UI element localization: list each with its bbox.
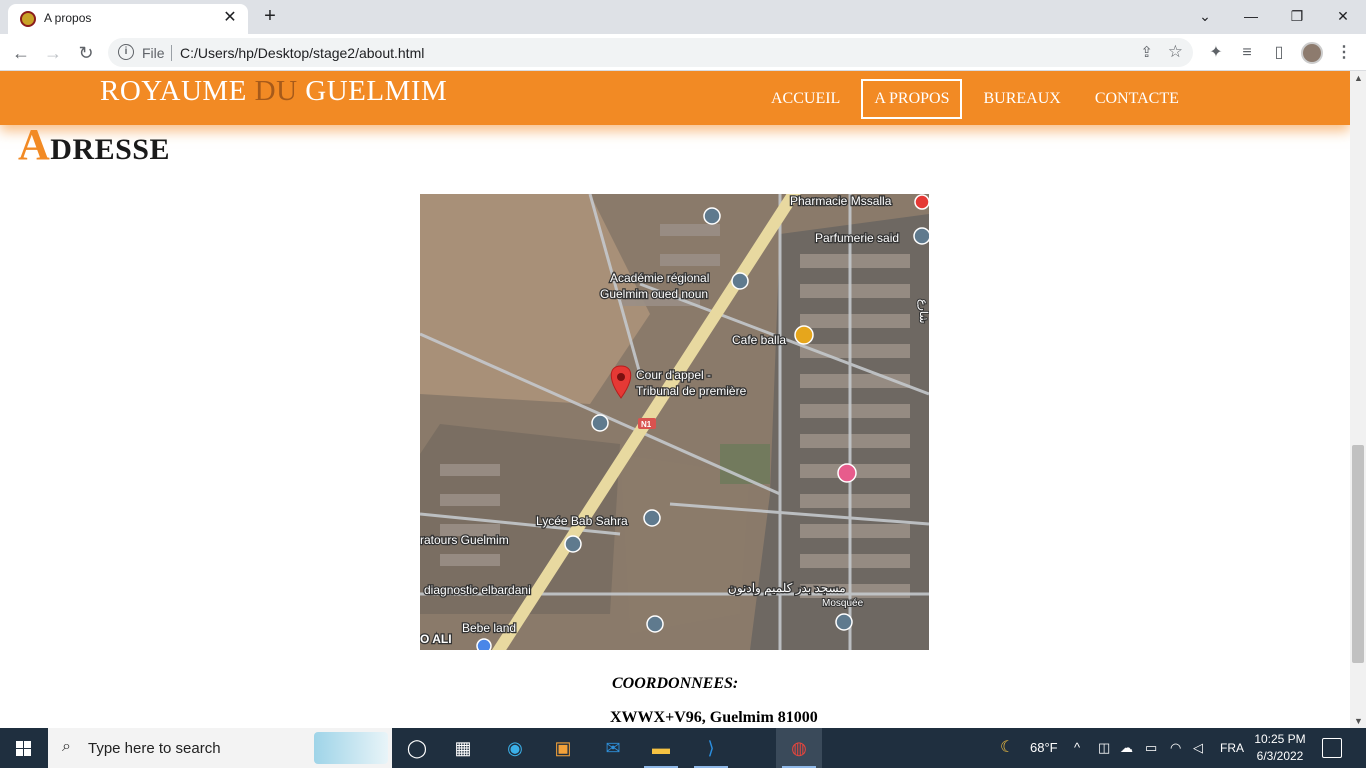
taskbar-search-box[interactable]: ⌕ Type here to search — [48, 728, 392, 768]
satellite-map: Pharmacie Mssalla Parfumerie said Académ… — [420, 194, 929, 650]
onedrive-icon[interactable]: ☁ — [1120, 728, 1133, 768]
coordinates-value: XWWX+V96, Guelmim 81000 — [610, 709, 818, 726]
weather-icon[interactable]: ☾ — [1000, 728, 1014, 768]
volume-icon[interactable]: ◁ — [1193, 728, 1203, 768]
info-icon[interactable]: i — [118, 44, 134, 60]
section-title: ADRESSE — [18, 119, 170, 170]
map-label-cour-1: Cour d'appel - — [636, 368, 711, 382]
tab-close-icon[interactable]: ✕ — [220, 8, 240, 28]
scroll-down-icon[interactable]: ▼ — [1354, 716, 1363, 726]
scheme-label: File — [142, 45, 165, 61]
profile-avatar[interactable] — [1301, 42, 1323, 64]
map-label-bebe: Bebe land — [462, 621, 516, 635]
start-button[interactable] — [0, 728, 48, 768]
map-label-parfumerie: Parfumerie said — [815, 231, 899, 245]
meet-icon[interactable]: ◫ — [1098, 728, 1110, 768]
clock-time: 10:25 PM — [1254, 732, 1306, 746]
tab-title: A propos — [44, 11, 92, 25]
close-window-button[interactable]: ✕ — [1329, 4, 1357, 28]
side-panel-icon[interactable]: ▯ — [1267, 41, 1291, 65]
map-label-cour-2: Tribunal de première — [636, 384, 747, 398]
section-title-rest: DRESSE — [50, 133, 170, 166]
map-label-cafe: Cafe balla — [732, 333, 786, 347]
brand-part-3: GUELMIM — [297, 75, 448, 107]
vscode-icon[interactable]: ⟩ — [688, 728, 734, 768]
language-indicator[interactable]: FRA — [1220, 728, 1244, 768]
site-favicon-icon — [20, 11, 36, 27]
reload-button[interactable]: ↻ — [74, 41, 98, 65]
tab-search-icon[interactable]: ⌄ — [1191, 4, 1219, 28]
page-scrollbar[interactable]: ▲ ▼ — [1350, 71, 1366, 728]
map-label-ratours: ratours Guelmim — [420, 533, 509, 547]
omnibox-divider — [171, 45, 172, 61]
scrollbar-thumb[interactable] — [1352, 445, 1364, 663]
tray-chevron-icon[interactable]: ^ — [1074, 728, 1080, 768]
windows-logo-icon — [16, 741, 23, 748]
minimize-button[interactable]: — — [1237, 4, 1265, 28]
coordinates-label: COORDONNEES: — [612, 675, 739, 692]
widgets-icon[interactable]: ▦ — [440, 728, 486, 768]
map-embed[interactable]: Pharmacie Mssalla Parfumerie said Académ… — [420, 194, 929, 650]
page-viewport: ROYAUME DU GUELMIM ACCUEIL A PROPOS BURE… — [0, 71, 1350, 728]
search-icon: ⌕ — [62, 738, 71, 755]
browser-toolbar: ← → ↻ i File C:/Users/hp/Desktop/stage2/… — [0, 34, 1366, 71]
restore-button[interactable]: ❐ — [1283, 4, 1311, 28]
store-icon[interactable]: ▣ — [540, 728, 586, 768]
browser-tab[interactable]: A propos ✕ — [8, 4, 248, 34]
taskbar-clock[interactable]: 10:25 PM 6/3/2022 — [1248, 731, 1312, 765]
site-brand[interactable]: ROYAUME DU GUELMIM — [100, 75, 447, 108]
extensions-icon[interactable]: ✦ — [1204, 41, 1228, 65]
brand-part-2: DU — [254, 75, 298, 107]
map-label-mosque-ar: مسجد بدر كلميم وادنون — [728, 581, 846, 595]
search-placeholder: Type here to search — [88, 740, 221, 757]
file-explorer-icon[interactable]: ▬ — [638, 728, 684, 768]
map-label-edge-ar: شارع — [917, 299, 929, 323]
nav-a-propos[interactable]: A PROPOS — [861, 79, 963, 119]
map-label-diagnostic: diagnostic elbardani — [424, 583, 531, 597]
new-tab-button[interactable]: + — [258, 4, 282, 28]
chrome-icon[interactable]: ◍ — [776, 728, 822, 768]
site-nav: ACCUEIL A PROPOS BUREAUX CONTACTE — [758, 79, 1200, 119]
map-label-mosque: Mosquée — [822, 598, 864, 609]
weather-temp[interactable]: 68°F — [1030, 728, 1058, 768]
url-text[interactable]: C:/Users/hp/Desktop/stage2/about.html — [180, 45, 424, 61]
share-icon[interactable]: ⇪ — [1140, 43, 1153, 61]
nav-accueil[interactable]: ACCUEIL — [758, 79, 853, 119]
forward-button[interactable]: → — [41, 41, 65, 65]
map-label-pharmacie: Pharmacie Mssalla — [790, 194, 892, 208]
battery-icon[interactable]: ▭ — [1145, 728, 1157, 768]
site-header: ROYAUME DU GUELMIM ACCUEIL A PROPOS BURE… — [0, 71, 1350, 125]
wifi-icon[interactable]: ◠ — [1170, 728, 1181, 768]
bookmark-star-icon[interactable]: ☆ — [1168, 42, 1183, 62]
windows-taskbar: ⌕ Type here to search ◯ ▦ ◉ ▣ ✉ ▬ ⟩ ◍ ☾ … — [0, 728, 1366, 768]
nav-bureaux[interactable]: BUREAUX — [970, 79, 1073, 119]
browser-menu-icon[interactable]: ⋮ — [1332, 41, 1356, 65]
map-label-academie-2: Guelmim oued noun — [600, 287, 708, 301]
clock-date: 6/3/2022 — [1256, 749, 1304, 763]
task-view-icon[interactable]: ◯ — [394, 728, 440, 768]
browser-tab-bar: A propos ✕ + ⌄ — ❐ ✕ — [0, 0, 1366, 34]
edge-icon[interactable]: ◉ — [492, 728, 538, 768]
search-highlight-illustration — [314, 732, 388, 764]
notifications-icon[interactable] — [1322, 738, 1342, 758]
nav-contacte[interactable]: CONTACTE — [1082, 79, 1192, 119]
map-label-road: N1 — [641, 420, 652, 429]
scroll-up-icon[interactable]: ▲ — [1354, 73, 1363, 83]
map-label-oali: O ALI — [420, 632, 452, 646]
section-title-cap: A — [18, 120, 51, 169]
media-controls-icon[interactable]: ≡ — [1235, 41, 1259, 65]
map-label-academie-1: Académie régional — [610, 271, 709, 285]
map-label-lycee: Lycée Bab Sahra — [536, 514, 628, 528]
mail-icon[interactable]: ✉ — [590, 728, 636, 768]
back-button[interactable]: ← — [9, 41, 33, 65]
address-bar[interactable]: i File C:/Users/hp/Desktop/stage2/about.… — [108, 38, 1193, 67]
brand-part-1: ROYAUME — [100, 75, 255, 107]
